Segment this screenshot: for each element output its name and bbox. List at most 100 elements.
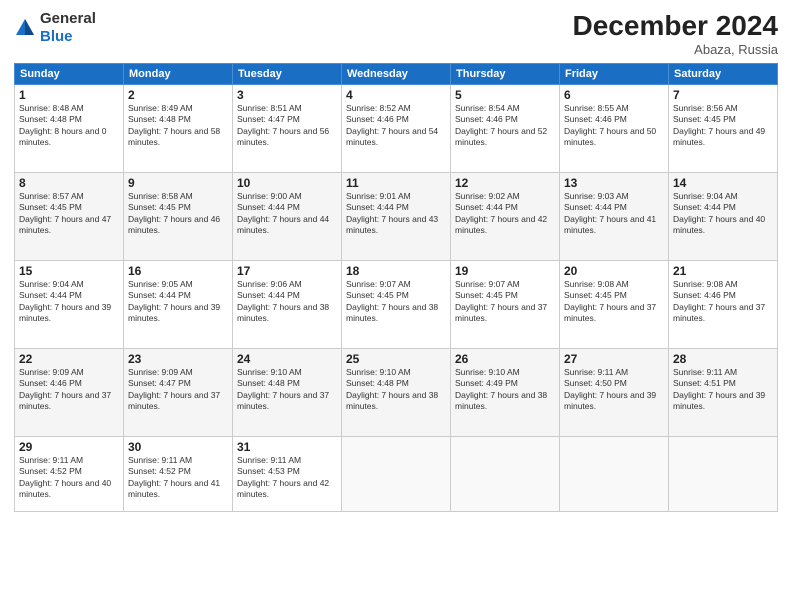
day-detail: Sunrise: 8:56 AMSunset: 4:45 PMDaylight:… bbox=[673, 103, 765, 147]
header-thursday: Thursday bbox=[451, 64, 560, 85]
main-container: General Blue December 2024 Abaza, Russia… bbox=[0, 0, 792, 612]
calendar-cell bbox=[669, 437, 778, 512]
day-detail: Sunrise: 8:48 AMSunset: 4:48 PMDaylight:… bbox=[19, 103, 106, 147]
header-monday: Monday bbox=[124, 64, 233, 85]
calendar-cell: 29 Sunrise: 9:11 AMSunset: 4:52 PMDaylig… bbox=[15, 437, 124, 512]
day-number: 23 bbox=[128, 352, 228, 366]
day-detail: Sunrise: 9:11 AMSunset: 4:51 PMDaylight:… bbox=[673, 367, 765, 411]
calendar-cell: 27 Sunrise: 9:11 AMSunset: 4:50 PMDaylig… bbox=[560, 349, 669, 437]
day-detail: Sunrise: 9:01 AMSunset: 4:44 PMDaylight:… bbox=[346, 191, 438, 235]
day-number: 1 bbox=[19, 88, 119, 102]
calendar-cell: 31 Sunrise: 9:11 AMSunset: 4:53 PMDaylig… bbox=[233, 437, 342, 512]
day-detail: Sunrise: 9:10 AMSunset: 4:49 PMDaylight:… bbox=[455, 367, 547, 411]
calendar-cell: 23 Sunrise: 9:09 AMSunset: 4:47 PMDaylig… bbox=[124, 349, 233, 437]
header-saturday: Saturday bbox=[669, 64, 778, 85]
day-number: 13 bbox=[564, 176, 664, 190]
calendar-cell: 12 Sunrise: 9:02 AMSunset: 4:44 PMDaylig… bbox=[451, 173, 560, 261]
day-number: 21 bbox=[673, 264, 773, 278]
header-tuesday: Tuesday bbox=[233, 64, 342, 85]
day-detail: Sunrise: 9:11 AMSunset: 4:53 PMDaylight:… bbox=[237, 455, 329, 499]
header-friday: Friday bbox=[560, 64, 669, 85]
day-detail: Sunrise: 9:07 AMSunset: 4:45 PMDaylight:… bbox=[346, 279, 438, 323]
calendar-cell: 8 Sunrise: 8:57 AMSunset: 4:45 PMDayligh… bbox=[15, 173, 124, 261]
day-detail: Sunrise: 9:02 AMSunset: 4:44 PMDaylight:… bbox=[455, 191, 547, 235]
logo-blue: Blue bbox=[40, 28, 73, 45]
day-number: 9 bbox=[128, 176, 228, 190]
day-number: 26 bbox=[455, 352, 555, 366]
calendar-cell: 1 Sunrise: 8:48 AMSunset: 4:48 PMDayligh… bbox=[15, 85, 124, 173]
calendar-header-row: Sunday Monday Tuesday Wednesday Thursday… bbox=[15, 64, 778, 85]
calendar-table: Sunday Monday Tuesday Wednesday Thursday… bbox=[14, 63, 778, 512]
calendar-cell: 5 Sunrise: 8:54 AMSunset: 4:46 PMDayligh… bbox=[451, 85, 560, 173]
day-number: 5 bbox=[455, 88, 555, 102]
day-detail: Sunrise: 8:58 AMSunset: 4:45 PMDaylight:… bbox=[128, 191, 220, 235]
day-detail: Sunrise: 9:11 AMSunset: 4:52 PMDaylight:… bbox=[19, 455, 111, 499]
header-wednesday: Wednesday bbox=[342, 64, 451, 85]
calendar-cell bbox=[451, 437, 560, 512]
location: Abaza, Russia bbox=[573, 42, 778, 57]
day-detail: Sunrise: 8:51 AMSunset: 4:47 PMDaylight:… bbox=[237, 103, 329, 147]
day-number: 11 bbox=[346, 176, 446, 190]
day-number: 25 bbox=[346, 352, 446, 366]
day-detail: Sunrise: 8:52 AMSunset: 4:46 PMDaylight:… bbox=[346, 103, 438, 147]
day-number: 19 bbox=[455, 264, 555, 278]
calendar-cell: 11 Sunrise: 9:01 AMSunset: 4:44 PMDaylig… bbox=[342, 173, 451, 261]
title-section: December 2024 Abaza, Russia bbox=[573, 10, 778, 57]
calendar-cell: 10 Sunrise: 9:00 AMSunset: 4:44 PMDaylig… bbox=[233, 173, 342, 261]
day-detail: Sunrise: 8:49 AMSunset: 4:48 PMDaylight:… bbox=[128, 103, 220, 147]
calendar-cell: 3 Sunrise: 8:51 AMSunset: 4:47 PMDayligh… bbox=[233, 85, 342, 173]
day-number: 3 bbox=[237, 88, 337, 102]
day-detail: Sunrise: 9:00 AMSunset: 4:44 PMDaylight:… bbox=[237, 191, 329, 235]
calendar-cell: 17 Sunrise: 9:06 AMSunset: 4:44 PMDaylig… bbox=[233, 261, 342, 349]
day-detail: Sunrise: 9:11 AMSunset: 4:52 PMDaylight:… bbox=[128, 455, 220, 499]
day-number: 8 bbox=[19, 176, 119, 190]
logo-text: General Blue bbox=[40, 10, 96, 46]
calendar-cell: 16 Sunrise: 9:05 AMSunset: 4:44 PMDaylig… bbox=[124, 261, 233, 349]
calendar-cell: 14 Sunrise: 9:04 AMSunset: 4:44 PMDaylig… bbox=[669, 173, 778, 261]
calendar-cell: 9 Sunrise: 8:58 AMSunset: 4:45 PMDayligh… bbox=[124, 173, 233, 261]
day-number: 29 bbox=[19, 440, 119, 454]
day-number: 27 bbox=[564, 352, 664, 366]
day-detail: Sunrise: 9:06 AMSunset: 4:44 PMDaylight:… bbox=[237, 279, 329, 323]
day-number: 7 bbox=[673, 88, 773, 102]
day-number: 31 bbox=[237, 440, 337, 454]
day-number: 28 bbox=[673, 352, 773, 366]
calendar-cell: 13 Sunrise: 9:03 AMSunset: 4:44 PMDaylig… bbox=[560, 173, 669, 261]
calendar-cell: 2 Sunrise: 8:49 AMSunset: 4:48 PMDayligh… bbox=[124, 85, 233, 173]
day-detail: Sunrise: 9:04 AMSunset: 4:44 PMDaylight:… bbox=[19, 279, 111, 323]
calendar-cell: 4 Sunrise: 8:52 AMSunset: 4:46 PMDayligh… bbox=[342, 85, 451, 173]
calendar-cell: 7 Sunrise: 8:56 AMSunset: 4:45 PMDayligh… bbox=[669, 85, 778, 173]
day-detail: Sunrise: 9:08 AMSunset: 4:45 PMDaylight:… bbox=[564, 279, 656, 323]
day-detail: Sunrise: 9:10 AMSunset: 4:48 PMDaylight:… bbox=[237, 367, 329, 411]
calendar-cell bbox=[342, 437, 451, 512]
day-number: 15 bbox=[19, 264, 119, 278]
calendar-cell bbox=[560, 437, 669, 512]
day-number: 2 bbox=[128, 88, 228, 102]
calendar-cell: 28 Sunrise: 9:11 AMSunset: 4:51 PMDaylig… bbox=[669, 349, 778, 437]
logo-general: General bbox=[40, 10, 96, 27]
day-number: 18 bbox=[346, 264, 446, 278]
day-number: 20 bbox=[564, 264, 664, 278]
day-number: 30 bbox=[128, 440, 228, 454]
day-detail: Sunrise: 8:55 AMSunset: 4:46 PMDaylight:… bbox=[564, 103, 656, 147]
header: General Blue December 2024 Abaza, Russia bbox=[14, 10, 778, 57]
day-number: 12 bbox=[455, 176, 555, 190]
day-number: 16 bbox=[128, 264, 228, 278]
day-detail: Sunrise: 9:08 AMSunset: 4:46 PMDaylight:… bbox=[673, 279, 765, 323]
day-detail: Sunrise: 9:09 AMSunset: 4:47 PMDaylight:… bbox=[128, 367, 220, 411]
calendar-cell: 30 Sunrise: 9:11 AMSunset: 4:52 PMDaylig… bbox=[124, 437, 233, 512]
day-number: 10 bbox=[237, 176, 337, 190]
logo: General Blue bbox=[14, 10, 96, 46]
calendar-cell: 15 Sunrise: 9:04 AMSunset: 4:44 PMDaylig… bbox=[15, 261, 124, 349]
day-number: 14 bbox=[673, 176, 773, 190]
calendar-cell: 6 Sunrise: 8:55 AMSunset: 4:46 PMDayligh… bbox=[560, 85, 669, 173]
day-detail: Sunrise: 9:03 AMSunset: 4:44 PMDaylight:… bbox=[564, 191, 656, 235]
calendar-cell: 21 Sunrise: 9:08 AMSunset: 4:46 PMDaylig… bbox=[669, 261, 778, 349]
day-detail: Sunrise: 8:57 AMSunset: 4:45 PMDaylight:… bbox=[19, 191, 111, 235]
day-number: 22 bbox=[19, 352, 119, 366]
day-detail: Sunrise: 9:07 AMSunset: 4:45 PMDaylight:… bbox=[455, 279, 547, 323]
header-sunday: Sunday bbox=[15, 64, 124, 85]
calendar-cell: 25 Sunrise: 9:10 AMSunset: 4:48 PMDaylig… bbox=[342, 349, 451, 437]
day-number: 4 bbox=[346, 88, 446, 102]
calendar-cell: 26 Sunrise: 9:10 AMSunset: 4:49 PMDaylig… bbox=[451, 349, 560, 437]
